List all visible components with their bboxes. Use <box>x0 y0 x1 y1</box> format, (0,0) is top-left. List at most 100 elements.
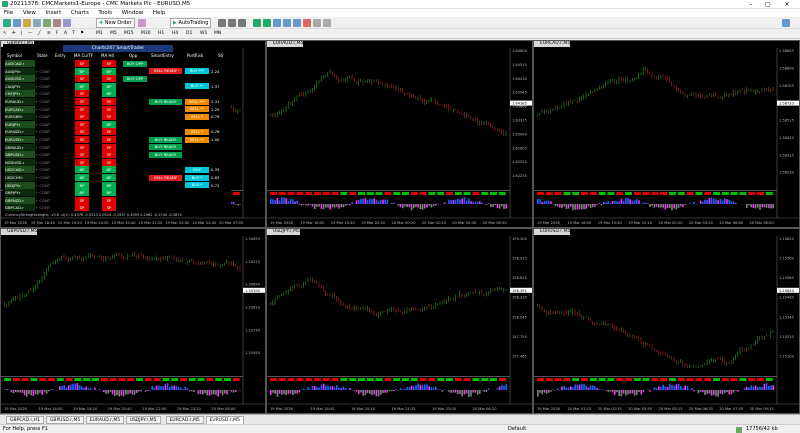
fibonacci-icon[interactable]: F <box>56 30 59 38</box>
indicator-bar <box>384 390 386 393</box>
timeframe-mn[interactable]: MN <box>214 30 221 38</box>
timeframe-w1[interactable]: W1 <box>200 30 207 38</box>
indicator-bar <box>426 384 428 390</box>
timeframe-m1[interactable]: M1 <box>96 30 103 38</box>
metaeditor-icon[interactable] <box>138 19 146 27</box>
symbol-cell: GBPUSD.r <box>5 151 35 159</box>
indicator-bar <box>333 204 336 208</box>
zoom-out-icon[interactable] <box>263 19 271 27</box>
text-tool-icon[interactable]: A <box>64 30 67 38</box>
channel-icon[interactable]: ≡ <box>47 30 51 38</box>
indicator-bar <box>17 390 19 393</box>
indicator-bar <box>505 383 507 390</box>
chart-tab[interactable]: EURCAD.r,M5 <box>165 416 204 424</box>
indicators-icon[interactable] <box>303 19 311 27</box>
timeframe-d1[interactable]: D1 <box>186 30 192 38</box>
autotrading-button[interactable]: ▶ AutoTrading <box>170 18 212 28</box>
chart-tab[interactable]: EURAUD.r,M5 <box>85 416 125 424</box>
profiles-icon[interactable] <box>13 19 21 27</box>
menu-view[interactable]: View <box>19 9 40 17</box>
menu-help[interactable]: Help <box>149 9 170 17</box>
panel-row: GBPJPY.r + CONT BP BP <box>3 189 231 197</box>
state-cell: + CONT <box>35 91 51 97</box>
minimize-icon[interactable]: – <box>744 0 758 9</box>
chart-window-6[interactable]: EURUSD.r,M5 1.15820 1.15700 1.15580 1.15460… <box>533 228 800 414</box>
candlestick-icon[interactable] <box>228 19 236 27</box>
menu-insert[interactable]: Insert <box>41 9 65 17</box>
strength-block <box>270 378 277 381</box>
timeframe-m5[interactable]: M5 <box>110 30 117 38</box>
indicator-bar <box>329 204 331 210</box>
zoom-in-icon[interactable] <box>253 19 261 27</box>
strength-block <box>287 192 295 195</box>
connection-icon <box>736 427 742 433</box>
chart-window-5[interactable]: USDJPY.r,M5 159.205 158.915 158.625 158.335… <box>266 228 533 414</box>
chart-window-4[interactable]: GBPUSD.r,M5 1.34450 1.34270 1.34090 1.33910… <box>0 228 266 414</box>
menu-tools[interactable]: Tools <box>94 9 116 17</box>
templates-icon[interactable] <box>323 19 331 27</box>
periods-icon[interactable] <box>313 19 321 27</box>
indicator-bar <box>448 199 450 204</box>
chart-tab[interactable]: USDJPY.r,M5 <box>125 416 161 424</box>
indicator-bar <box>631 390 634 394</box>
tile-windows-icon[interactable] <box>273 19 281 27</box>
indicator-bar <box>757 204 759 208</box>
indicator-bar <box>754 385 757 390</box>
timeframe-h4[interactable]: H4 <box>172 30 178 38</box>
chart-tab[interactable]: GBPCAD.r,H1 <box>6 416 44 424</box>
chart-window-2[interactable]: EURAUD.r,M5 1.64800 1.64515 1.64230 1.63945… <box>266 40 533 228</box>
panel-title: Charts247 SmartTrader <box>63 45 173 52</box>
indicator-bar <box>171 385 173 390</box>
menu-window[interactable]: Window <box>118 9 148 17</box>
new-chart-icon[interactable] <box>3 19 11 27</box>
data-window-icon[interactable] <box>33 19 41 27</box>
indicator-bar <box>550 201 552 204</box>
strength-block <box>153 378 161 381</box>
strength-block <box>748 192 756 195</box>
y-tick-label: 1.33910 <box>245 306 261 310</box>
indicator-bar <box>298 204 301 205</box>
strength-block <box>581 378 588 381</box>
search-icon[interactable] <box>782 19 790 27</box>
bar-chart-icon[interactable] <box>218 19 226 27</box>
trendline-icon[interactable]: ╱ <box>38 30 41 38</box>
chart-window-3[interactable]: EURCAD.r,M5 1.588951.588001.587051.58610… <box>533 40 800 228</box>
chart-shift-icon[interactable] <box>283 19 291 27</box>
new-order-button[interactable]: ✚ New Order <box>96 18 135 28</box>
indicator-bar <box>424 384 426 390</box>
menu-charts[interactable]: Charts <box>67 9 93 17</box>
ma-h4-cell: SP <box>102 113 116 121</box>
strength-block <box>713 378 720 381</box>
indicator-bar <box>607 201 609 204</box>
navigator-icon[interactable] <box>43 19 51 27</box>
line-chart-icon[interactable] <box>238 19 246 27</box>
strength-block <box>472 192 480 195</box>
vertical-line-icon[interactable]: | <box>21 30 23 38</box>
indicator-bar <box>565 387 568 390</box>
x-tick-label: 19 Mar 2026 <box>270 407 293 411</box>
crosshair-icon[interactable]: ✛ <box>12 30 16 38</box>
strategy-tester-icon[interactable] <box>63 19 71 27</box>
chart-tab[interactable]: EURUSD.r,M5 <box>205 416 244 424</box>
timeframe-h1[interactable]: H1 <box>158 30 164 38</box>
arrows-icon[interactable]: ⚑ <box>80 30 84 38</box>
horizontal-line-icon[interactable]: — <box>28 30 33 38</box>
market-watch-icon[interactable] <box>23 19 31 27</box>
label-tool-icon[interactable]: T <box>72 30 75 38</box>
y-tick-label: 1.15100 <box>779 354 795 358</box>
close-icon[interactable]: ✕ <box>780 0 794 9</box>
indicator-bar <box>26 390 28 397</box>
chart-tab[interactable]: GBPUSD.r,M5 <box>45 416 85 424</box>
indicator-bar <box>111 390 114 395</box>
timeframe-m15[interactable]: M15 <box>124 30 134 38</box>
autoscroll-icon[interactable] <box>293 19 301 27</box>
indicator-bar <box>761 386 763 390</box>
timeframe-m30[interactable]: M30 <box>141 30 151 38</box>
ma-h4-cell: SP <box>102 204 116 212</box>
indicator-bar <box>622 200 625 204</box>
cursor-icon[interactable]: ↖ <box>3 30 7 38</box>
panel-row: EURGBP.r + CONT SP SP SELL * 0.79 <box>3 113 231 121</box>
menu-file[interactable]: File <box>0 9 17 17</box>
maximize-icon[interactable]: ▢ <box>761 0 775 9</box>
terminal-icon[interactable] <box>53 19 61 27</box>
